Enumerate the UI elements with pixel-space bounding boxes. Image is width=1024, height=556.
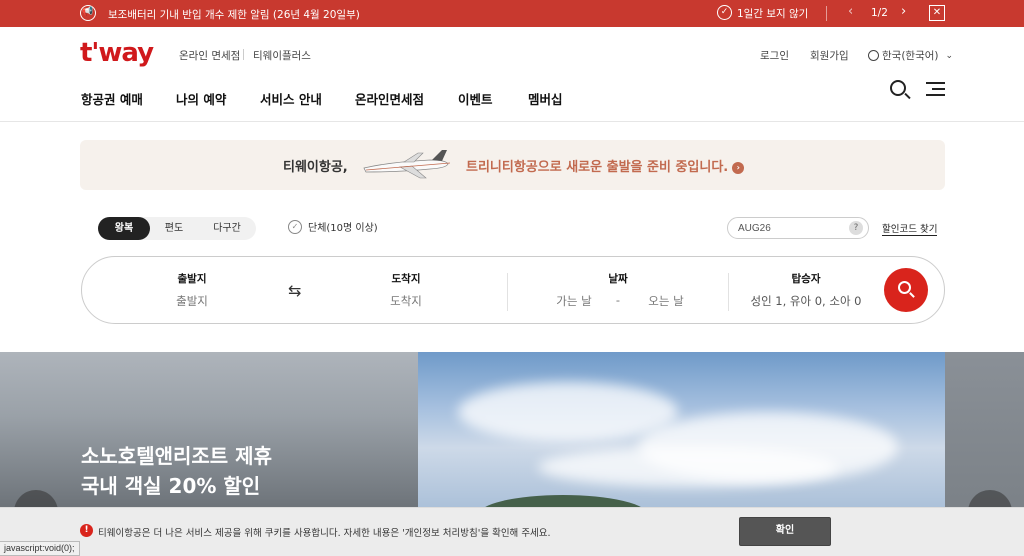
announcement-banner[interactable]: 티웨이항공, 트리니티항공으로 새로운 출발을 준비 중입니다. › — [80, 140, 945, 190]
notice-bar: 📢 보조배터리 기내 반입 개수 제한 알림 (26년 4월 20일부) ✓ 1… — [0, 0, 1024, 27]
notice-page-indicator: 1/2 — [871, 7, 888, 19]
hide-one-day-label: 1일간 보지 않기 — [737, 8, 809, 20]
tway-logo[interactable]: t'way — [80, 38, 154, 68]
language-selector[interactable]: 한국(한국어) ⌄ — [868, 48, 953, 63]
passengers-field[interactable]: 성인 1, 유아 0, 소아 0 — [742, 293, 870, 309]
nav-service-guide[interactable]: 서비스 안내 — [260, 89, 322, 108]
header-divider — [0, 121, 1024, 122]
origin-label: 출발지 — [177, 273, 207, 285]
check-circle-icon: ✓ — [717, 5, 732, 20]
carousel-slide-image[interactable] — [418, 352, 945, 512]
alert-icon: ! — [80, 524, 93, 537]
group-booking-toggle[interactable]: ✓ 단체(10명 이상) — [288, 219, 378, 234]
hero-title-line-2: 국내 객실 20% 할인 — [81, 474, 261, 498]
arrow-right-icon: › — [732, 162, 745, 174]
nav-membership[interactable]: 멤버십 — [528, 89, 563, 108]
hero-carousel: 소노호텔앤리조트 제휴 국내 객실 20% 할인 ‹ › — [0, 352, 1024, 512]
divider — [728, 273, 729, 311]
cookie-consent-bar: ! 티웨이항공은 더 나은 서비스 제공을 위해 쿠키를 사용합니다. 자세한 … — [0, 507, 1024, 556]
trip-type-tabs: 왕복 편도 다구간 — [98, 217, 256, 240]
hamburger-menu-icon[interactable] — [926, 81, 945, 97]
check-circle-icon: ✓ — [288, 219, 302, 234]
promo-code-input[interactable] — [738, 221, 838, 236]
banner-left-text: 티웨이항공, — [283, 160, 348, 175]
passengers-label: 탑승자 — [791, 273, 821, 285]
megaphone-icon: 📢 — [80, 5, 96, 21]
nav-booking[interactable]: 항공권 예매 — [81, 89, 143, 108]
tab-multi-city[interactable]: 다구간 — [202, 217, 252, 240]
search-icon[interactable] — [890, 80, 911, 100]
sub-link-duty-free[interactable]: 온라인 면세점 — [179, 48, 240, 63]
sub-link-tway-plus[interactable]: 티웨이플러스 — [253, 48, 311, 63]
help-icon[interactable]: ? — [849, 221, 863, 235]
chevron-right-icon[interactable]: › — [901, 4, 906, 19]
destination-field[interactable]: 도착지 — [366, 293, 446, 309]
search-flights-button[interactable] — [884, 268, 928, 312]
promo-code-field: ? — [727, 217, 869, 239]
origin-field[interactable]: 출발지 — [152, 293, 232, 309]
language-label: 한국(한국어) — [882, 50, 939, 62]
banner-right-text: 트리니티항공으로 새로운 출발을 준비 중입니다. › — [466, 156, 745, 175]
nav-my-reservation[interactable]: 나의 예약 — [176, 89, 226, 108]
destination-label: 도착지 — [391, 273, 421, 285]
find-promo-code-link[interactable]: 할인코드 찾기 — [882, 221, 938, 236]
divider — [826, 6, 827, 21]
globe-icon — [868, 50, 879, 61]
chevron-down-icon: ⌄ — [945, 50, 954, 61]
return-date-field[interactable]: 오는 날 — [636, 293, 696, 309]
notice-message[interactable]: 보조배터리 기내 반입 개수 제한 알림 (26년 4월 20일부) — [108, 7, 360, 22]
tab-one-way[interactable]: 편도 — [154, 217, 194, 240]
signup-link[interactable]: 회원가입 — [810, 48, 849, 63]
cookie-confirm-button[interactable]: 확인 — [739, 517, 831, 546]
close-icon[interactable]: ✕ — [929, 5, 945, 21]
login-link[interactable]: 로그인 — [760, 48, 789, 63]
swap-icon[interactable]: ⇆ — [288, 281, 301, 300]
cookie-message: 티웨이항공은 더 나은 서비스 제공을 위해 쿠키를 사용합니다. 자세한 내용… — [98, 528, 551, 539]
flight-search-box: 출발지 출발지 ⇆ 도착지 도착지 날짜 가는 날 - 오는 날 탑승자 성인 … — [81, 256, 945, 324]
browser-status-bar: javascript:void(0); — [0, 541, 80, 556]
nav-duty-free[interactable]: 온라인면세점 — [355, 89, 424, 108]
divider — [507, 273, 508, 311]
carousel-slide[interactable] — [945, 352, 1024, 512]
date-label: 날짜 — [608, 273, 628, 285]
nav-events[interactable]: 이벤트 — [458, 89, 493, 108]
divider — [243, 49, 244, 60]
date-separator: - — [615, 293, 621, 307]
hide-one-day-button[interactable]: ✓ 1일간 보지 않기 — [717, 5, 808, 20]
chevron-left-icon[interactable]: ‹ — [848, 4, 853, 19]
depart-date-field[interactable]: 가는 날 — [544, 293, 604, 309]
airplane-icon — [363, 150, 451, 179]
tab-round-trip[interactable]: 왕복 — [98, 217, 150, 240]
hero-title-line-1: 소노호텔앤리조트 제휴 — [81, 444, 272, 468]
group-booking-label: 단체(10명 이상) — [308, 223, 378, 234]
